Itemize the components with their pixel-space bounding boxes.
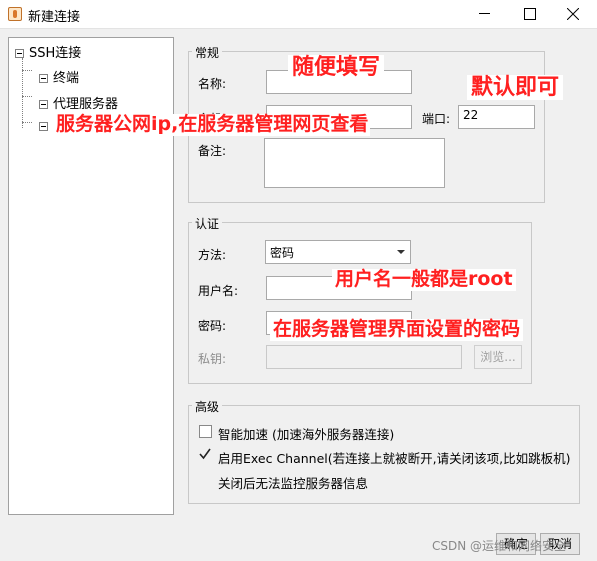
maximize-button[interactable] xyxy=(507,0,551,28)
username-label: 用户名: xyxy=(198,284,239,298)
tree-item-hidden[interactable] xyxy=(39,119,53,134)
annotation-host-hint: 服务器公网ip,在服务器管理网页查看 xyxy=(54,113,371,136)
watermark: CSDN @运维和网络安全 xyxy=(432,539,567,553)
annotation-username-hint: 用户名一般都是root xyxy=(332,268,516,291)
tree-item-ssh[interactable]: SSH连接 xyxy=(15,42,81,61)
checkmark-icon xyxy=(199,448,211,460)
general-group-title: 常规 xyxy=(192,44,223,61)
password-label: 密码: xyxy=(198,319,227,333)
private-key-label: 私钥: xyxy=(198,352,227,366)
minimize-button[interactable] xyxy=(463,0,507,28)
collapse-icon[interactable] xyxy=(15,49,24,58)
name-label: 名称: xyxy=(198,77,227,91)
tree-item-proxy[interactable]: 代理服务器 xyxy=(39,93,118,112)
advanced-group-title: 高级 xyxy=(192,398,223,415)
note-label: 备注: xyxy=(198,144,227,158)
method-label: 方法: xyxy=(198,248,227,262)
private-key-field[interactable] xyxy=(266,345,462,369)
exec-channel-note: 关闭后无法监控服务器信息 xyxy=(218,476,369,491)
note-textarea[interactable] xyxy=(264,138,445,188)
port-label: 端口: xyxy=(422,112,451,126)
java-app-icon xyxy=(8,7,22,21)
exec-channel-checkbox[interactable] xyxy=(198,447,211,460)
annotation-name-hint: 随便填写 xyxy=(288,55,385,81)
collapse-icon[interactable] xyxy=(39,122,48,131)
settings-tree: SSH连接 终端 代理服务器 xyxy=(8,37,174,515)
smart-accel-checkbox[interactable] xyxy=(199,425,212,438)
close-button[interactable] xyxy=(551,0,595,28)
annotation-port-hint: 默认即可 xyxy=(467,75,564,101)
tree-item-terminal[interactable]: 终端 xyxy=(39,67,79,86)
title-bar: 新建连接 xyxy=(0,0,597,28)
exec-channel-label: 启用Exec Channel(若连接上就被断开,请关闭该项,比如跳板机) xyxy=(218,451,571,466)
method-select[interactable]: 密码 xyxy=(265,240,411,264)
port-field[interactable]: 22 xyxy=(458,105,535,129)
browse-button[interactable]: 浏览... xyxy=(474,345,522,369)
chevron-down-icon xyxy=(397,250,405,254)
smart-accel-label: 智能加速 (加速海外服务器连接) xyxy=(218,427,395,442)
annotation-password-hint: 在服务器管理界面设置的密码 xyxy=(270,318,524,341)
window-title: 新建连接 xyxy=(28,10,81,25)
collapse-icon[interactable] xyxy=(39,100,48,109)
auth-group-title: 认证 xyxy=(192,215,223,232)
close-icon xyxy=(567,8,579,20)
collapse-icon[interactable] xyxy=(39,74,48,83)
